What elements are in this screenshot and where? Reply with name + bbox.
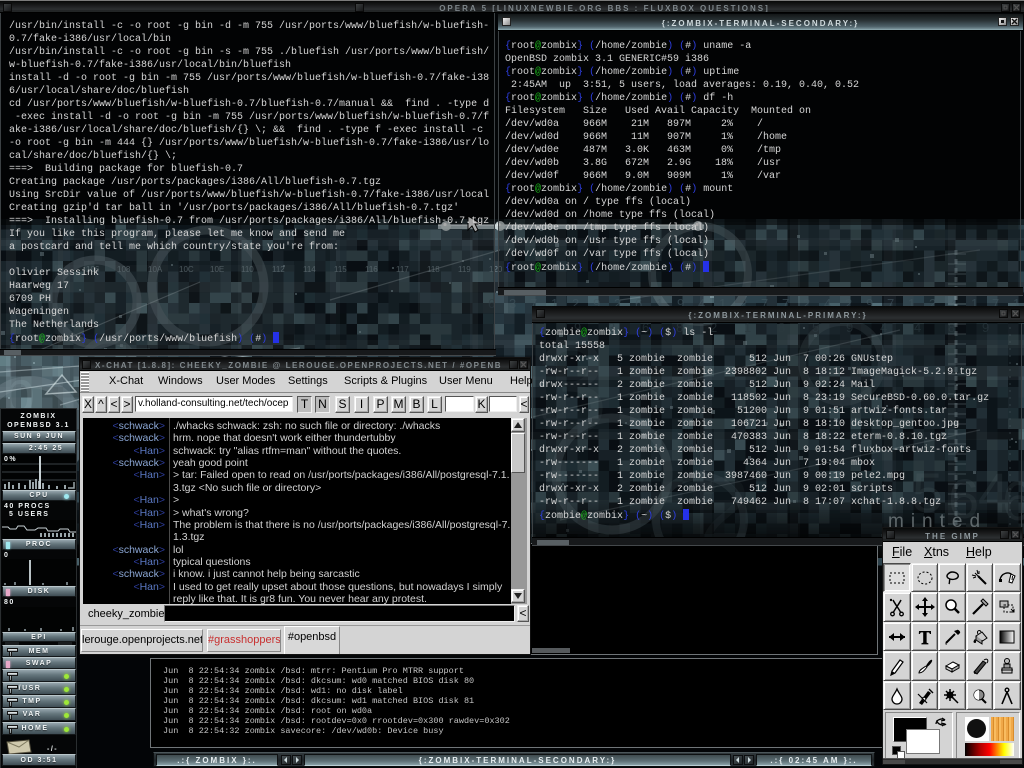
svg-text:3: 3 xyxy=(509,296,516,311)
